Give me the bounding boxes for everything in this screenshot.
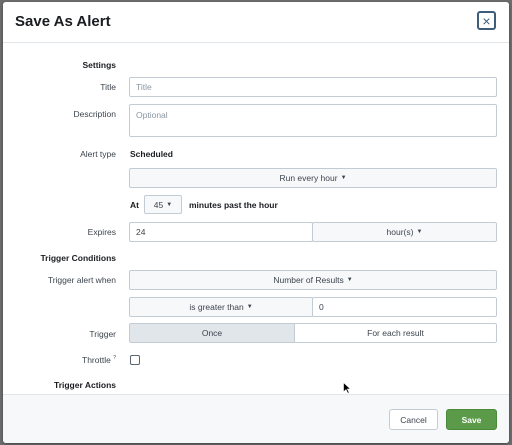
dialog-header: Save As Alert ×	[3, 2, 509, 43]
help-icon[interactable]: ?	[113, 355, 116, 361]
description-textarea[interactable]	[129, 104, 497, 137]
expires-input[interactable]	[129, 222, 313, 242]
save-button[interactable]: Save	[446, 409, 497, 430]
dialog-title: Save As Alert	[15, 13, 111, 30]
close-icon: ×	[482, 12, 491, 29]
trigger-condition-label: Number of Results	[273, 275, 344, 285]
minute-dropdown[interactable]: 45 ▼	[144, 195, 182, 214]
description-label: Description	[73, 109, 116, 119]
caret-down-icon: ▼	[416, 229, 423, 235]
expires-unit-dropdown[interactable]: hour(s) ▼	[312, 222, 497, 242]
expires-label: Expires	[87, 227, 116, 237]
schedule-dropdown-label: Run every hour	[279, 173, 338, 183]
minutes-suffix: minutes past the hour	[189, 200, 278, 210]
trigger-label: Trigger	[89, 329, 116, 339]
alert-type-value[interactable]: Scheduled	[130, 149, 173, 159]
title-input[interactable]	[129, 77, 497, 97]
trigger-conditions-heading: Trigger Conditions	[40, 253, 116, 263]
title-label: Title	[100, 82, 116, 92]
trigger-each-result-button[interactable]: For each result	[294, 323, 497, 343]
close-button[interactable]: ×	[477, 11, 496, 30]
trigger-when-label: Trigger alert when	[47, 275, 116, 285]
settings-heading: Settings	[82, 60, 116, 70]
throttle-checkbox[interactable]	[130, 355, 140, 365]
alert-type-label: Alert type	[80, 149, 116, 159]
throttle-label-wrap: Throttle ?	[6, 355, 116, 365]
caret-down-icon: ▼	[346, 277, 353, 283]
trigger-actions-heading: Trigger Actions	[53, 380, 116, 390]
throttle-label: Throttle	[82, 355, 111, 365]
trigger-once-button[interactable]: Once	[129, 323, 295, 343]
comparator-label: is greater than	[189, 302, 244, 312]
at-label: At	[130, 200, 139, 210]
dialog-footer: Cancel Save	[3, 394, 509, 443]
mouse-pointer-icon	[343, 382, 351, 394]
dialog-body: Settings Title Description Alert type Sc…	[3, 43, 509, 393]
caret-down-icon: ▼	[340, 175, 347, 181]
threshold-input[interactable]	[312, 297, 497, 317]
trigger-condition-dropdown[interactable]: Number of Results ▼	[129, 270, 497, 290]
save-as-alert-dialog: Save As Alert × Settings Title Descripti…	[3, 2, 509, 443]
caret-down-icon: ▼	[246, 304, 253, 310]
expires-unit-label: hour(s)	[386, 227, 414, 237]
minute-dropdown-value: 45	[153, 199, 164, 210]
comparator-dropdown[interactable]: is greater than ▼	[129, 297, 313, 317]
schedule-dropdown[interactable]: Run every hour ▼	[129, 168, 497, 188]
caret-down-icon: ▼	[166, 201, 173, 208]
cancel-button[interactable]: Cancel	[389, 409, 438, 430]
